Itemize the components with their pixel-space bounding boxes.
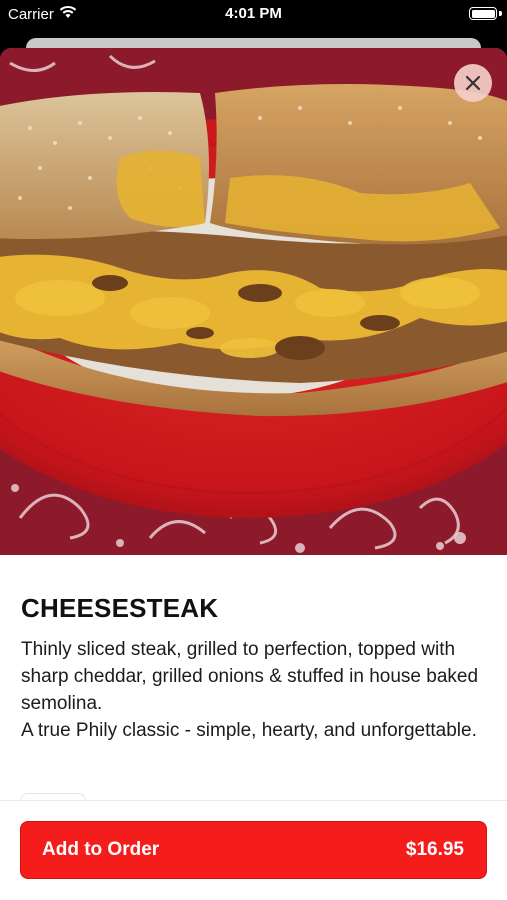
- close-icon: [465, 75, 481, 91]
- cheesesteak-illustration: [0, 48, 507, 555]
- status-bar: Carrier 4:01 PM: [0, 0, 507, 32]
- item-details: CHEESESTEAK Thinly sliced steak, grilled…: [0, 555, 507, 744]
- item-photo: [0, 48, 507, 555]
- item-detail-sheet: CHEESESTEAK Thinly sliced steak, grilled…: [0, 48, 507, 900]
- item-price: $16.95: [405, 839, 464, 860]
- close-button[interactable]: [454, 64, 492, 102]
- status-time: 4:01 PM: [225, 5, 282, 22]
- order-footer: Add to Order $16.95: [0, 800, 507, 900]
- battery-tip: [499, 11, 502, 16]
- item-title: CHEESESTEAK: [21, 593, 219, 623]
- battery-icon: [469, 7, 497, 20]
- add-to-order-button[interactable]: Add to Order $16.95: [20, 821, 487, 879]
- item-description: Thinly sliced steak, grilled to perfecti…: [21, 639, 479, 741]
- add-to-order-label: Add to Order: [42, 839, 160, 860]
